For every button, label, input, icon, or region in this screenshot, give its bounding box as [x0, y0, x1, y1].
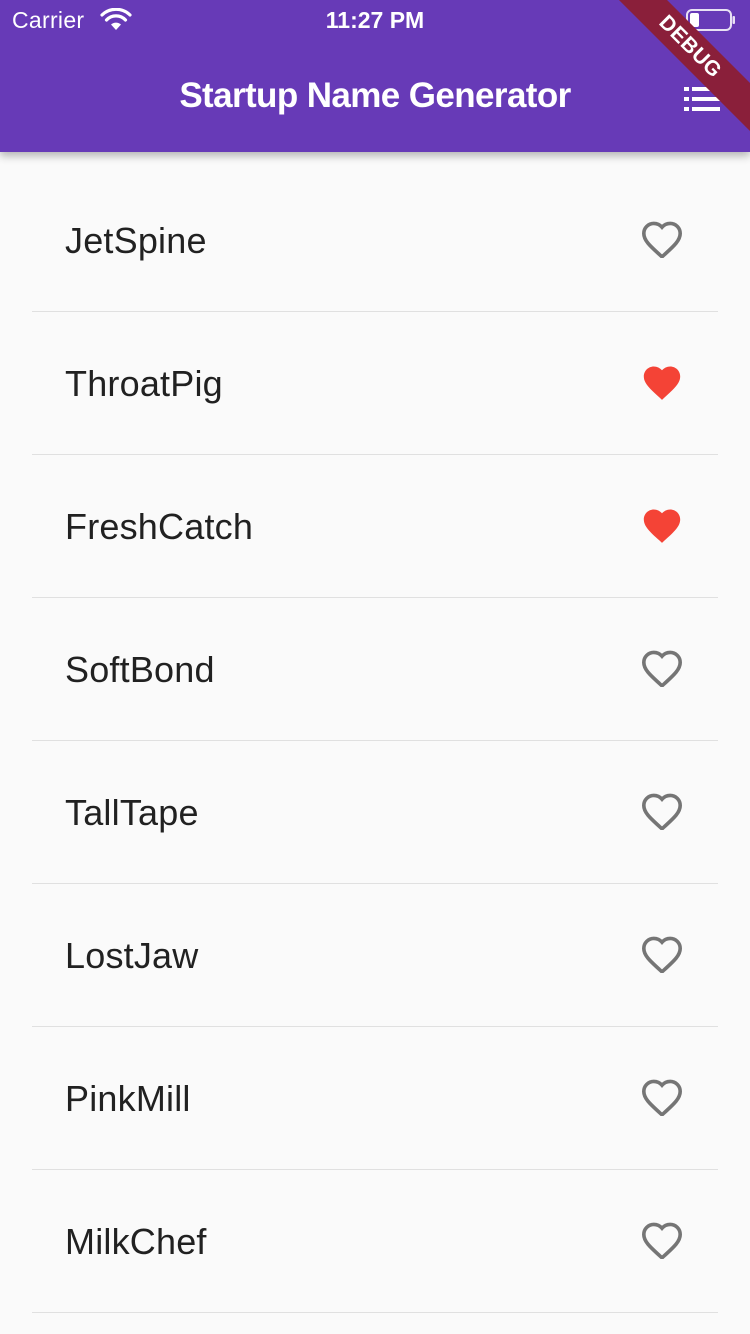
list-item[interactable]: TallTape [0, 740, 750, 884]
favorite-heart-icon[interactable] [640, 361, 684, 401]
favorite-border-heart-icon[interactable] [640, 933, 684, 973]
startup-name: JetSpine [65, 220, 207, 261]
startup-name: ThroatPig [65, 363, 223, 404]
list-item[interactable]: SoftBond [0, 597, 750, 741]
favorite-border-heart-icon[interactable] [640, 1219, 684, 1259]
startup-name: PinkMill [65, 1078, 191, 1119]
startup-name: MilkChef [65, 1221, 207, 1262]
list-item[interactable]: JetSpine [0, 168, 750, 312]
list-item[interactable]: LostJaw [0, 883, 750, 1027]
list-item[interactable]: ThroatPig [0, 311, 750, 455]
app-screen: Carrier 11:27 PM Startup Name Generator [0, 0, 750, 1334]
favorite-border-heart-icon[interactable] [640, 1076, 684, 1116]
favorite-border-heart-icon[interactable] [640, 647, 684, 687]
startup-name: FreshCatch [65, 506, 254, 547]
app-bar: Carrier 11:27 PM Startup Name Generator [0, 0, 750, 152]
divider [32, 1312, 718, 1313]
startup-name: SoftBond [65, 649, 215, 690]
favorite-heart-icon[interactable] [640, 504, 684, 544]
favorite-border-heart-icon[interactable] [640, 790, 684, 830]
page-title: Startup Name Generator [179, 76, 571, 115]
startup-name: LostJaw [65, 935, 199, 976]
list-item[interactable]: PinkMill [0, 1026, 750, 1170]
list-item[interactable]: FreshCatch [0, 454, 750, 598]
startup-name: TallTape [65, 792, 199, 833]
favorite-border-heart-icon[interactable] [640, 218, 684, 258]
list-item[interactable]: MilkChef [0, 1169, 750, 1313]
name-list: JetSpine ThroatPig FreshCatch SoftBond TallT… [0, 168, 750, 1313]
